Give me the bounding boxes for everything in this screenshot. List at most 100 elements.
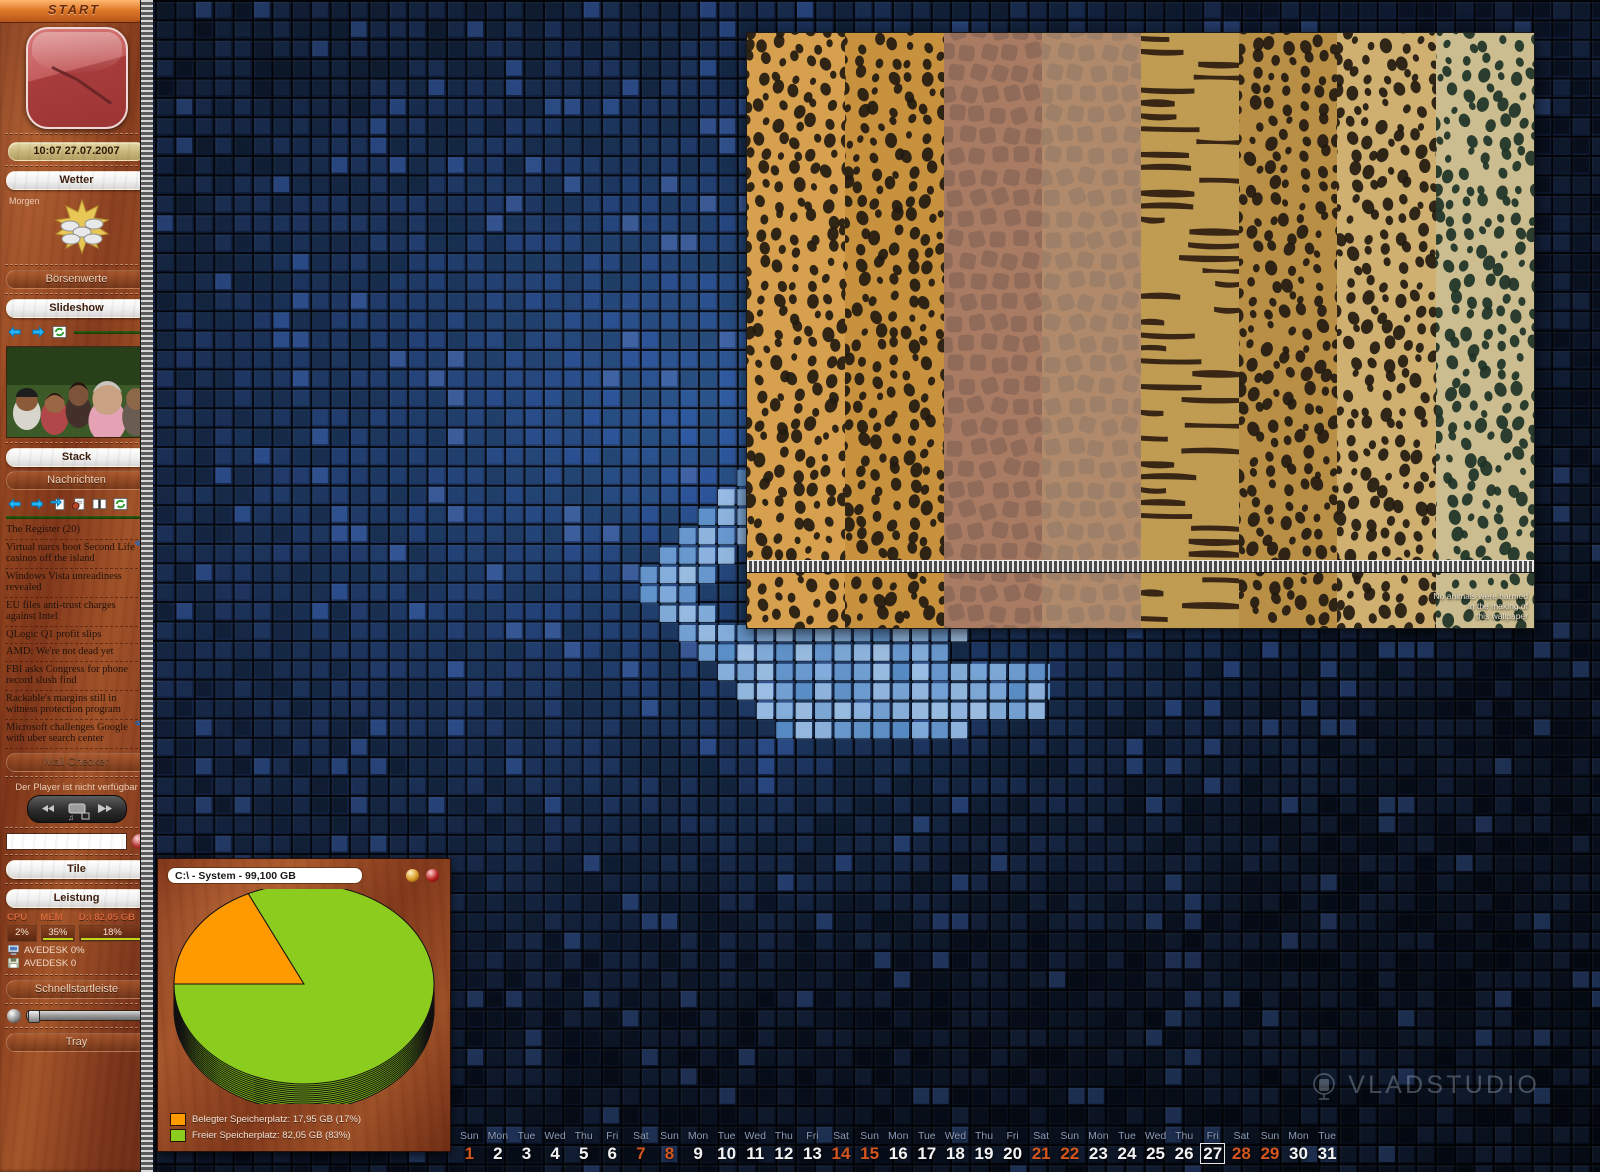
news-item[interactable]: FBI asks Congress for phone record slush… bbox=[5, 662, 148, 691]
calendar-dow: Sun bbox=[1260, 1130, 1280, 1142]
news-item[interactable]: Microsoft challenges Google with uber se… bbox=[5, 720, 148, 749]
calendar-day[interactable]: Mon 16 bbox=[884, 1130, 913, 1164]
calendar-day[interactable]: Wed 4 bbox=[541, 1130, 570, 1164]
calendar-dow: Thu bbox=[574, 1130, 593, 1142]
forward-arrow-icon[interactable] bbox=[30, 325, 45, 339]
news-source-label: The Register (20) bbox=[5, 522, 148, 540]
analog-clock-icon[interactable] bbox=[25, 27, 128, 129]
calendar-day[interactable]: Wed 11 bbox=[741, 1130, 770, 1164]
calendar-day[interactable]: Sun 1 bbox=[455, 1130, 484, 1164]
news-item-text: FBI asks Congress for phone record slush… bbox=[6, 663, 128, 687]
calendar-day[interactable]: Tue 3 bbox=[512, 1130, 541, 1164]
calendar-day[interactable]: Mon 30 bbox=[1284, 1130, 1313, 1164]
calendar-day[interactable]: Thu 19 bbox=[970, 1130, 999, 1164]
close-icon[interactable] bbox=[426, 869, 439, 882]
calendar-day[interactable]: Sat 7 bbox=[627, 1130, 656, 1164]
calendar-day[interactable]: Wed 18 bbox=[941, 1130, 970, 1164]
calendar-day[interactable]: Sat 14 bbox=[827, 1130, 856, 1164]
news-item[interactable]: Virtual narcs boot Second Life casinos o… bbox=[5, 540, 148, 569]
calendar-day[interactable]: Sun 22 bbox=[1055, 1130, 1084, 1164]
player-buttons: ♫ bbox=[41, 803, 112, 822]
disk-usage-pie-widget[interactable]: C:\ - System - 99,100 GB Belegter Speich… bbox=[157, 858, 451, 1152]
calendar-day[interactable]: Tue 24 bbox=[1113, 1130, 1142, 1164]
clock-minute-hand bbox=[75, 78, 112, 105]
animal-print-pattern bbox=[747, 33, 846, 628]
calendar-date-number: 3 bbox=[521, 1144, 532, 1163]
calendar-day[interactable]: Tue 31 bbox=[1313, 1130, 1342, 1164]
calendar-day[interactable]: Fri 20 bbox=[998, 1130, 1027, 1164]
calendar-date-number: 12 bbox=[774, 1144, 794, 1163]
news-item[interactable]: Rackable's margins still in witness prot… bbox=[5, 691, 148, 720]
start-button[interactable]: START bbox=[0, 0, 148, 23]
disclaimer-line-1: No animals were harmed bbox=[1433, 591, 1528, 601]
open-article-icon[interactable] bbox=[71, 497, 86, 511]
refresh-icon[interactable] bbox=[52, 325, 67, 339]
calendar-day[interactable]: Tue 10 bbox=[712, 1130, 741, 1164]
calendar-date-number: 28 bbox=[1231, 1144, 1251, 1163]
calendar-dow: Thu bbox=[774, 1130, 793, 1142]
calendar-day[interactable]: Thu 26 bbox=[1170, 1130, 1199, 1164]
calendar-date-number: 25 bbox=[1146, 1144, 1165, 1163]
refresh-feed-icon[interactable] bbox=[113, 497, 128, 511]
calendar-day[interactable]: Mon 2 bbox=[484, 1130, 513, 1164]
animal-print-strip bbox=[845, 33, 944, 628]
news-item[interactable]: Windows Vista unreadiness revealed bbox=[5, 569, 148, 598]
perf-meter: 2% bbox=[7, 924, 37, 942]
calendar-date-number: 26 bbox=[1174, 1144, 1194, 1163]
volume-track[interactable] bbox=[26, 1010, 146, 1023]
news-item-text: Rackable's margins still in witness prot… bbox=[6, 692, 121, 716]
calendar-day[interactable]: Mon 9 bbox=[684, 1130, 713, 1164]
volume-thumb[interactable] bbox=[28, 1010, 40, 1023]
calendar-date-number: 17 bbox=[917, 1144, 937, 1163]
calendar-date-number: 30 bbox=[1289, 1144, 1308, 1163]
calendar-date-number: 20 bbox=[1003, 1144, 1023, 1163]
calendar-day[interactable]: Thu 12 bbox=[770, 1130, 799, 1164]
calendar-day[interactable]: Thu 5 bbox=[569, 1130, 598, 1164]
music-note-icon: ♫ bbox=[68, 813, 74, 822]
news-item[interactable]: QLogic Q1 profit slips bbox=[5, 627, 148, 644]
calendar-dow: Tue bbox=[1118, 1130, 1136, 1142]
minimize-icon[interactable] bbox=[406, 869, 419, 882]
calendar-day[interactable]: Wed 25 bbox=[1141, 1130, 1170, 1164]
calendar-day[interactable]: Sun 29 bbox=[1256, 1130, 1285, 1164]
photo-content bbox=[7, 347, 146, 437]
calendar-dow: Sun bbox=[459, 1130, 479, 1142]
player-controls[interactable]: ♫ bbox=[26, 794, 127, 823]
back-arrow-icon[interactable] bbox=[8, 497, 23, 511]
calendar-day[interactable]: Tue 17 bbox=[913, 1130, 942, 1164]
calendar-date-number: 9 bbox=[693, 1144, 703, 1163]
calendar-dow: Sun bbox=[660, 1130, 679, 1142]
weather-widget[interactable]: Morgen bbox=[6, 194, 147, 260]
perf-meter-value: 35% bbox=[48, 926, 68, 938]
forward-arrow-icon[interactable] bbox=[29, 497, 44, 511]
next-item-icon[interactable] bbox=[50, 497, 65, 511]
volume-slider-row[interactable] bbox=[7, 1008, 146, 1023]
vladstudio-watermark: VLADSTUDIO bbox=[1309, 1070, 1540, 1100]
calendar-date-number: 4 bbox=[550, 1144, 560, 1163]
news-item[interactable]: AMD: We're not dead yet bbox=[5, 644, 148, 662]
calendar-day[interactable]: Sat 21 bbox=[1027, 1130, 1056, 1164]
legend-row: Belegter Speicherplatz: 17,95 GB (17%) bbox=[170, 1113, 361, 1126]
animal-print-wallpaper-window[interactable]: No animals were harmed in the making of … bbox=[746, 32, 1535, 629]
zipper-decoration bbox=[747, 560, 1534, 573]
news-item[interactable]: EU files anti-trust charges against Inte… bbox=[5, 598, 148, 627]
calendar-day[interactable]: Sat 28 bbox=[1227, 1130, 1256, 1164]
news-item-text: QLogic Q1 profit slips bbox=[6, 628, 102, 640]
news-item-text: Virtual narcs boot Second Life casinos o… bbox=[6, 541, 135, 565]
calendar-day[interactable]: Sun 15 bbox=[855, 1130, 884, 1164]
back-arrow-icon[interactable] bbox=[8, 325, 23, 339]
calendar-day[interactable]: Sun 8 bbox=[655, 1130, 684, 1164]
calendar-date-number: 11 bbox=[746, 1144, 765, 1163]
calendar-day[interactable]: Fri 13 bbox=[798, 1130, 827, 1164]
read-all-icon[interactable] bbox=[92, 497, 107, 511]
calendar-date-number: 24 bbox=[1117, 1144, 1137, 1163]
calendar-day[interactable]: Fri 27 bbox=[1198, 1130, 1227, 1164]
animal-print-pattern bbox=[845, 33, 944, 628]
calendar-dow: Mon bbox=[1088, 1130, 1109, 1142]
weather-forecast-label: Morgen bbox=[9, 196, 40, 206]
news-feed: The Register (20) Virtual narcs boot Sec… bbox=[5, 516, 148, 749]
calendar-day[interactable]: Mon 23 bbox=[1084, 1130, 1113, 1164]
calendar-day[interactable]: Fri 6 bbox=[598, 1130, 627, 1164]
slideshow-photo[interactable] bbox=[6, 346, 147, 438]
perf-meter-fill bbox=[42, 937, 73, 940]
